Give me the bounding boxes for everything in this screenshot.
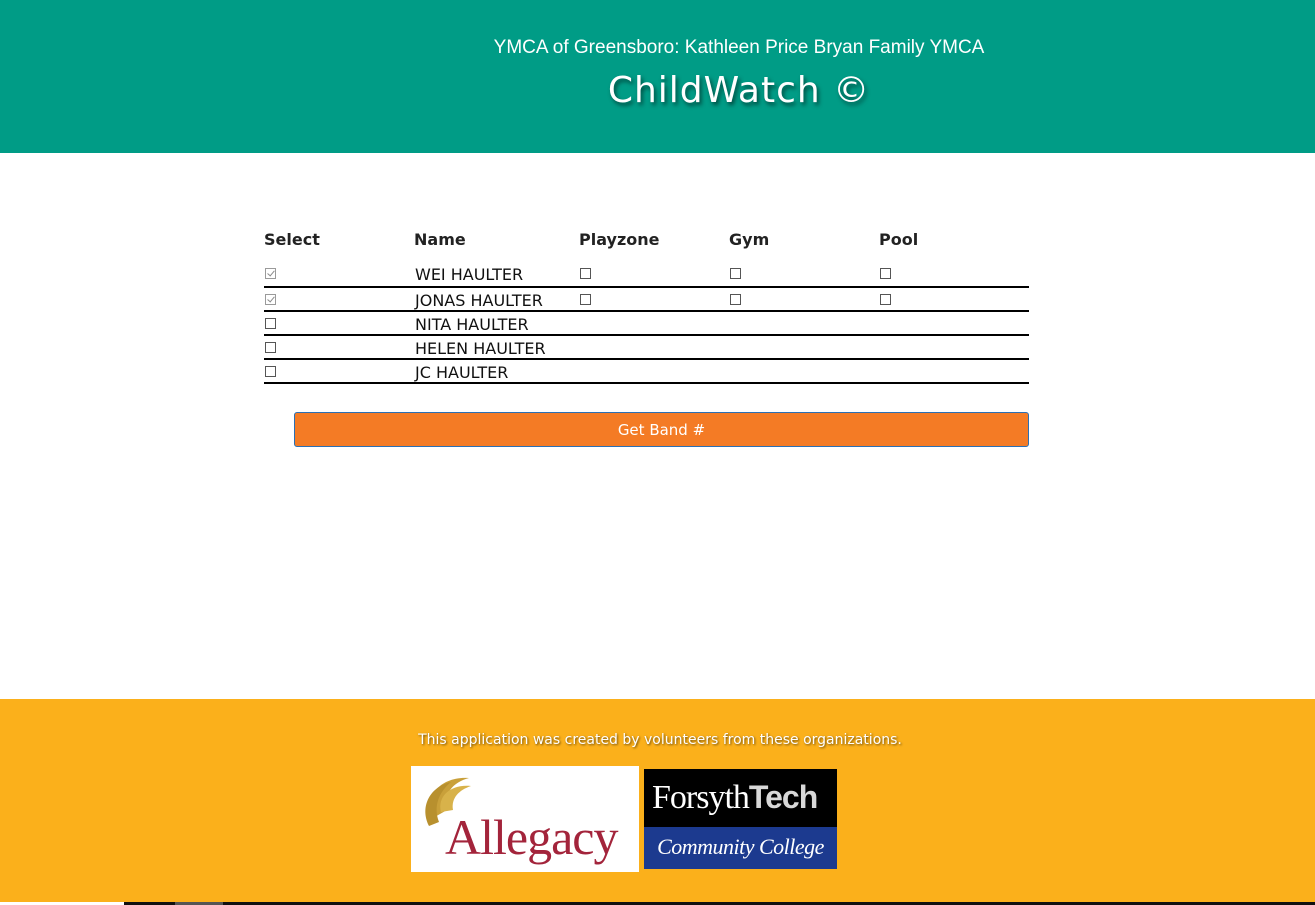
allegacy-logo[interactable]: Allegacy xyxy=(411,766,639,872)
select-checkbox[interactable] xyxy=(265,366,276,377)
child-name: WEI HAULTER xyxy=(415,265,524,284)
pool-checkbox[interactable] xyxy=(880,268,891,279)
allegacy-logo-graphic: Allegacy xyxy=(425,777,619,865)
select-checkbox[interactable] xyxy=(265,318,276,329)
gym-checkbox[interactable] xyxy=(730,268,741,279)
child-name: JONAS HAULTER xyxy=(415,291,543,310)
location-subtitle: YMCA of Greensboro: Kathleen Price Bryan… xyxy=(493,37,985,58)
app-header: YMCA of Greensboro: Kathleen Price Bryan… xyxy=(0,0,1315,153)
get-band-button[interactable]: Get Band # xyxy=(294,412,1029,447)
table-row: NITA HAULTER xyxy=(264,312,1029,336)
gym-checkbox[interactable] xyxy=(730,294,741,305)
select-checkbox[interactable] xyxy=(265,294,276,305)
child-name: HELEN HAULTER xyxy=(415,339,546,358)
column-header-select: Select xyxy=(264,230,320,249)
pool-checkbox[interactable] xyxy=(880,294,891,305)
child-name: NITA HAULTER xyxy=(415,315,529,334)
forsyth-community-college-text: Community College xyxy=(644,827,837,869)
child-name: JC HAULTER xyxy=(415,363,509,382)
playzone-checkbox[interactable] xyxy=(580,294,591,305)
column-header-playzone: Playzone xyxy=(579,230,660,249)
table-body: WEI HAULTER JONAS HAULTER NITA HAULTER HELE… xyxy=(264,262,1029,384)
svg-text:Allegacy: Allegacy xyxy=(445,809,618,865)
table-header: Select Name Playzone Gym Pool xyxy=(264,226,1029,262)
children-table: Select Name Playzone Gym Pool WEI HAULTE… xyxy=(264,226,1029,384)
column-header-gym: Gym xyxy=(729,230,770,249)
column-header-name: Name xyxy=(414,230,466,249)
table-row: JC HAULTER xyxy=(264,360,1029,384)
select-checkbox[interactable] xyxy=(265,342,276,353)
table-row: WEI HAULTER xyxy=(264,262,1029,288)
table-row: JONAS HAULTER xyxy=(264,288,1029,312)
forsyth-tech-wordmark: ForsythTech xyxy=(644,769,837,825)
table-row: HELEN HAULTER xyxy=(264,336,1029,360)
column-header-pool: Pool xyxy=(879,230,919,249)
playzone-checkbox[interactable] xyxy=(580,268,591,279)
footer: This application was created by voluntee… xyxy=(0,699,1315,902)
forsyth-tech-logo[interactable]: ForsythTech Community College xyxy=(644,769,837,869)
select-checkbox[interactable] xyxy=(265,268,276,279)
app-title: ChildWatch © xyxy=(607,70,871,111)
footer-credit-text: This application was created by voluntee… xyxy=(418,732,902,748)
